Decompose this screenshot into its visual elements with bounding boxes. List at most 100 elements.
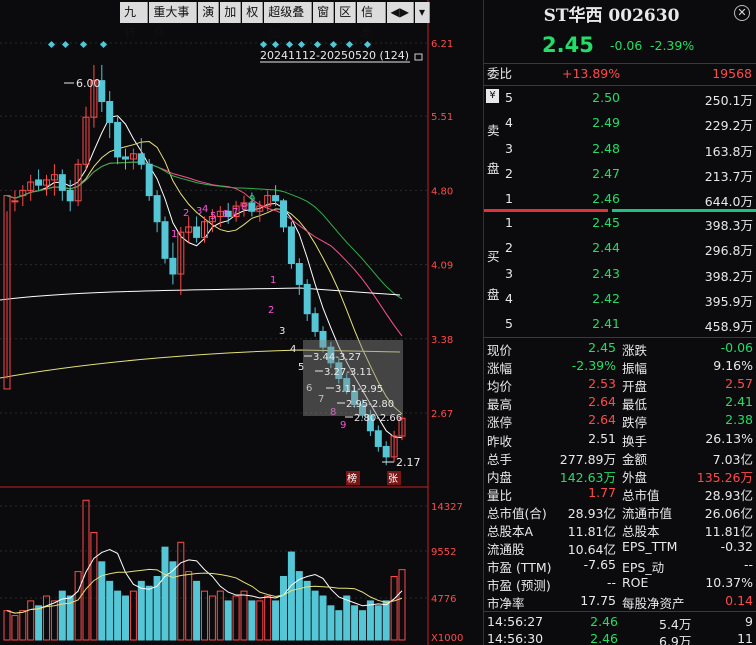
bid-row[interactable]: 4 2.42 395.9万 (484, 288, 756, 313)
stat-label: 流通股 (487, 542, 525, 558)
tool-info[interactable]: 信息 (357, 2, 386, 40)
stat-label-2: 涨跌 (622, 343, 648, 358)
stat-row: 昨收 2.51 换手 26.13% (484, 431, 756, 449)
ask-level: 5 (505, 90, 513, 105)
nine-turn-up-label: 4 (202, 204, 208, 215)
nine-turn-down-label: 2 (268, 305, 274, 316)
stat-label-2: 总股本 (622, 524, 660, 539)
quote-panel: ST华西 002630 ✕ 2.45 -0.06 -2.39% 委比 +13.8… (483, 0, 756, 645)
ask-row[interactable]: 3 2.48 163.8万 (484, 138, 756, 163)
tool-yan[interactable]: 演 (198, 2, 220, 23)
volume-bar (82, 499, 90, 641)
weibi-pct: +13.89% (562, 66, 621, 81)
tick-row: 14:56:27 2.46 5.4万 9 (484, 614, 756, 632)
volume-bar (359, 610, 366, 641)
volume-bar (343, 595, 351, 641)
tool-window[interactable]: 窗 (313, 2, 335, 23)
bid-price: 2.42 (592, 290, 620, 306)
candle-body (169, 257, 177, 275)
volume-axis-label: 4776 (431, 594, 456, 605)
tick-time: 14:56:27 (487, 614, 544, 629)
volume-bar (185, 571, 193, 641)
bid-volume: 398.2万 (704, 268, 753, 284)
tool-quan[interactable]: 权 (242, 2, 264, 23)
volume-bar (169, 561, 177, 641)
stat-label-2: 外盘 (622, 469, 648, 485)
volume-bar (35, 605, 43, 641)
candle-body (295, 263, 303, 285)
volume-bar (264, 595, 272, 641)
stat-label-2: 最低 (622, 397, 648, 413)
stat-label: 总手 (487, 451, 513, 467)
ask-row[interactable]: 4 2.49 229.2万 (484, 112, 756, 137)
candle-body (311, 313, 319, 332)
tool-super-overlay[interactable]: 超级叠加 (264, 2, 313, 40)
stat-label: 市盈 (预测) (487, 578, 551, 594)
volume-bar (50, 600, 58, 641)
event-diamond-icon (345, 40, 354, 49)
stat-value: 2.64 (588, 412, 616, 428)
tick-price: 2.46 (590, 614, 618, 629)
volume-bar (272, 600, 280, 641)
tool-major-events[interactable]: 重大事件 (149, 2, 198, 40)
volume-bar (3, 610, 11, 641)
volume-bar (311, 590, 319, 641)
event-diamond-icon (61, 40, 70, 49)
stock-title: ST华西 002630 (543, 6, 680, 26)
stat-value: 142.63万 (559, 469, 616, 485)
price-axis-label: 3.38 (431, 335, 453, 346)
high-label: 6.00 (76, 77, 101, 90)
stat-value: 1.77 (588, 484, 616, 500)
stat-value: 2.51 (588, 430, 616, 446)
price-change-pct: -2.39% (650, 38, 695, 53)
volume-axis-label: 9552 (431, 547, 456, 558)
stat-label: 最高 (487, 397, 513, 413)
volume-bar (224, 600, 232, 641)
tool-range[interactable]: 区 (335, 2, 357, 23)
ladder-label: 2.95-2.80 (346, 399, 394, 410)
stat-value-2: 10.37% (705, 575, 753, 591)
chevron-down-icon[interactable]: ▾ (414, 2, 430, 23)
stat-value-2: 2.41 (725, 394, 753, 410)
bid-row[interactable]: 5 2.41 458.9万 (484, 313, 756, 338)
ask-volume: 229.2万 (704, 118, 753, 134)
bid-price: 2.43 (592, 265, 620, 281)
bid-row[interactable]: 2 2.44 296.8万 (484, 237, 756, 262)
event-diamond-icon (99, 40, 108, 49)
stat-value-2: 26.06亿 (704, 505, 753, 521)
ask-row[interactable]: 2 2.47 213.7万 (484, 163, 756, 188)
chart-toolbar: 九转 重大事件 演 加 权 超级叠加 窗 区 信息 ◀▶ ▾ (120, 2, 430, 40)
tool-jiuzhuan[interactable]: 九转 (120, 2, 149, 40)
volume-bar (74, 571, 82, 641)
volume-bar (280, 575, 287, 641)
volume-bar (114, 590, 122, 641)
play-icon[interactable]: ◀▶ (386, 2, 414, 23)
close-icon[interactable]: ✕ (734, 5, 750, 21)
volume-bar (193, 580, 201, 641)
nine-turn-down-label: 1 (270, 275, 276, 286)
ask-price: 2.46 (592, 191, 620, 207)
tool-jia[interactable]: 加 (220, 2, 242, 23)
stat-row: 涨幅 -2.39% 振幅 9.16% (484, 358, 756, 376)
stat-label: 总股本A (487, 524, 534, 539)
bid-row[interactable]: 1 2.45 398.3万 (484, 212, 756, 237)
stat-label: 昨收 (487, 433, 513, 449)
nine-turn-up-label: 6 (222, 209, 228, 220)
bang-mark: 榜 (347, 472, 357, 485)
stat-label: 均价 (487, 379, 513, 395)
volume-bar (398, 569, 406, 641)
volume-bar (19, 610, 27, 641)
kline-chart-area[interactable]: 6.215.514.804.093.382.671432795524776X10… (0, 0, 482, 645)
stat-value-2: -- (743, 557, 753, 573)
range-label: 20241112-20250520 (124) (260, 49, 409, 62)
volume-bar (374, 605, 382, 641)
stat-label-2: 振幅 (622, 361, 648, 377)
price-axis-label: 4.80 (431, 186, 453, 197)
ask-level: 1 (505, 191, 513, 207)
candle-body (137, 153, 145, 165)
bid-row[interactable]: 3 2.43 398.2万 (484, 263, 756, 288)
volume-bar (351, 605, 359, 641)
stat-value-2: 26.13% (705, 430, 753, 446)
lock-icon (414, 53, 423, 61)
ask-row[interactable]: 5 2.50 250.1万 (484, 87, 756, 112)
